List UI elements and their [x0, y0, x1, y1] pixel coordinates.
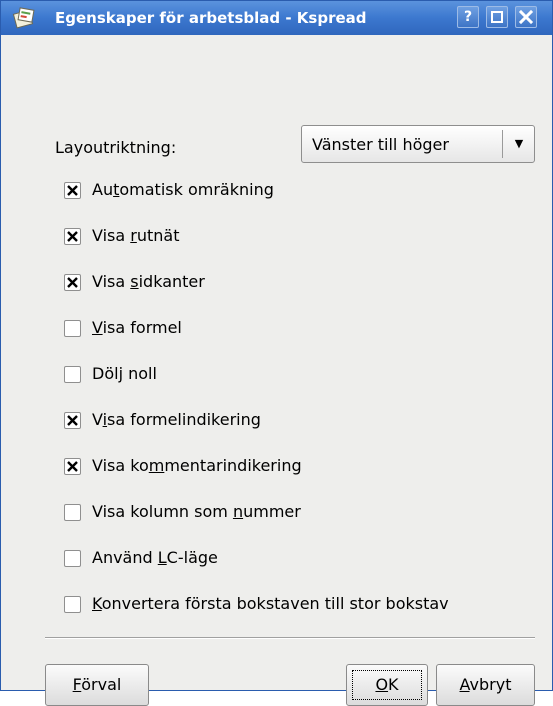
- close-button[interactable]: [515, 6, 537, 28]
- option-label-text: Au: [92, 180, 114, 199]
- option-checkbox[interactable]: [64, 458, 81, 475]
- option-checkbox[interactable]: [64, 320, 81, 337]
- defaults-label: örval: [81, 675, 122, 694]
- layout-direction-select[interactable]: Vänster till höger ▼: [301, 125, 535, 163]
- chevron-down-icon[interactable]: ▼: [507, 132, 531, 156]
- option-mnemonic: n: [232, 502, 244, 521]
- option-label: Konvertera första bokstaven till stor bo…: [92, 594, 449, 613]
- option-label-text: idkanter: [138, 272, 205, 291]
- layout-direction-value: Vänster till höger: [312, 135, 449, 154]
- option-label: Använd LC-läge: [92, 548, 218, 567]
- option-checkbox[interactable]: [64, 596, 81, 613]
- option-checkbox[interactable]: [64, 504, 81, 521]
- option-mnemonic: V: [92, 318, 103, 337]
- kspread-app-icon[interactable]: [12, 6, 36, 30]
- help-button[interactable]: ?: [457, 6, 479, 28]
- option-checkbox[interactable]: [64, 182, 81, 199]
- option-label-text: Använd: [92, 548, 158, 567]
- option-label-text: sa formelindikering: [107, 410, 261, 429]
- option-mnemonic: L: [157, 548, 167, 567]
- dialog-window: Egenskaper för arbetsblad - Kspread ? La…: [0, 0, 553, 706]
- option-label-text: utnät: [136, 226, 180, 245]
- option-label-text: mentarindikering: [164, 456, 302, 475]
- close-icon: [518, 9, 534, 25]
- layout-direction-label: Layoutriktning:: [55, 138, 177, 157]
- option-label-text: onvertera första bokstaven till stor bok…: [101, 594, 449, 613]
- option-label: Visa sidkanter: [92, 272, 205, 291]
- option-label: Visa formelindikering: [92, 410, 261, 429]
- option-label-text: ummer: [243, 502, 301, 521]
- option-checkbox[interactable]: [64, 550, 81, 567]
- option-label-text: V: [92, 410, 103, 429]
- defaults-mnemonic: F: [72, 675, 82, 694]
- cancel-label: vbryt: [469, 675, 512, 694]
- option-label: Visa formel: [92, 318, 182, 337]
- option-label: Visa kommentarindikering: [92, 456, 302, 475]
- button-separator: [45, 637, 535, 639]
- option-label-text: Visa: [92, 272, 131, 291]
- maximize-icon: [491, 11, 503, 23]
- option-label-text: isa formel: [102, 318, 182, 337]
- maximize-button[interactable]: [486, 6, 508, 28]
- option-label-text: Visa: [92, 226, 131, 245]
- defaults-button[interactable]: Förval: [45, 664, 149, 706]
- title-bar[interactable]: Egenskaper för arbetsblad - Kspread ?: [1, 1, 552, 35]
- option-label: Automatisk omräkning: [92, 180, 274, 199]
- option-label-text: C-läge: [166, 548, 218, 567]
- cancel-button[interactable]: Avbryt: [436, 664, 535, 706]
- ok-button[interactable]: OK: [346, 664, 428, 706]
- option-label-text: omatisk omräkning: [119, 180, 274, 199]
- cancel-mnemonic: A: [459, 675, 470, 694]
- option-label: Dölj noll: [92, 364, 157, 383]
- option-label: Visa kolumn som nummer: [92, 502, 301, 521]
- option-label-text: Visa ko: [92, 456, 149, 475]
- option-checkbox[interactable]: [64, 274, 81, 291]
- option-mnemonic: s: [130, 272, 139, 291]
- option-mnemonic: K: [92, 594, 102, 613]
- combo-divider: [502, 130, 503, 158]
- check-x-icon: [67, 277, 78, 288]
- option-label-text: Visa kolumn som: [92, 502, 233, 521]
- check-x-icon: [67, 415, 78, 426]
- check-x-icon: [67, 461, 78, 472]
- window-title: Egenskaper för arbetsblad - Kspread: [55, 9, 367, 27]
- check-x-icon: [67, 231, 78, 242]
- dialog-body: Layoutriktning: Vänster till höger ▼ Aut…: [11, 35, 542, 706]
- option-label: Visa rutnät: [92, 226, 179, 245]
- option-checkbox[interactable]: [64, 228, 81, 245]
- option-label-text: Döl: [92, 364, 119, 383]
- option-mnemonic: m: [148, 456, 165, 475]
- focus-ring: [352, 670, 422, 700]
- option-label-text: noll: [123, 364, 157, 383]
- option-checkbox[interactable]: [64, 412, 81, 429]
- option-checkbox[interactable]: [64, 366, 81, 383]
- option-mnemonic: r: [130, 226, 137, 245]
- check-x-icon: [67, 185, 78, 196]
